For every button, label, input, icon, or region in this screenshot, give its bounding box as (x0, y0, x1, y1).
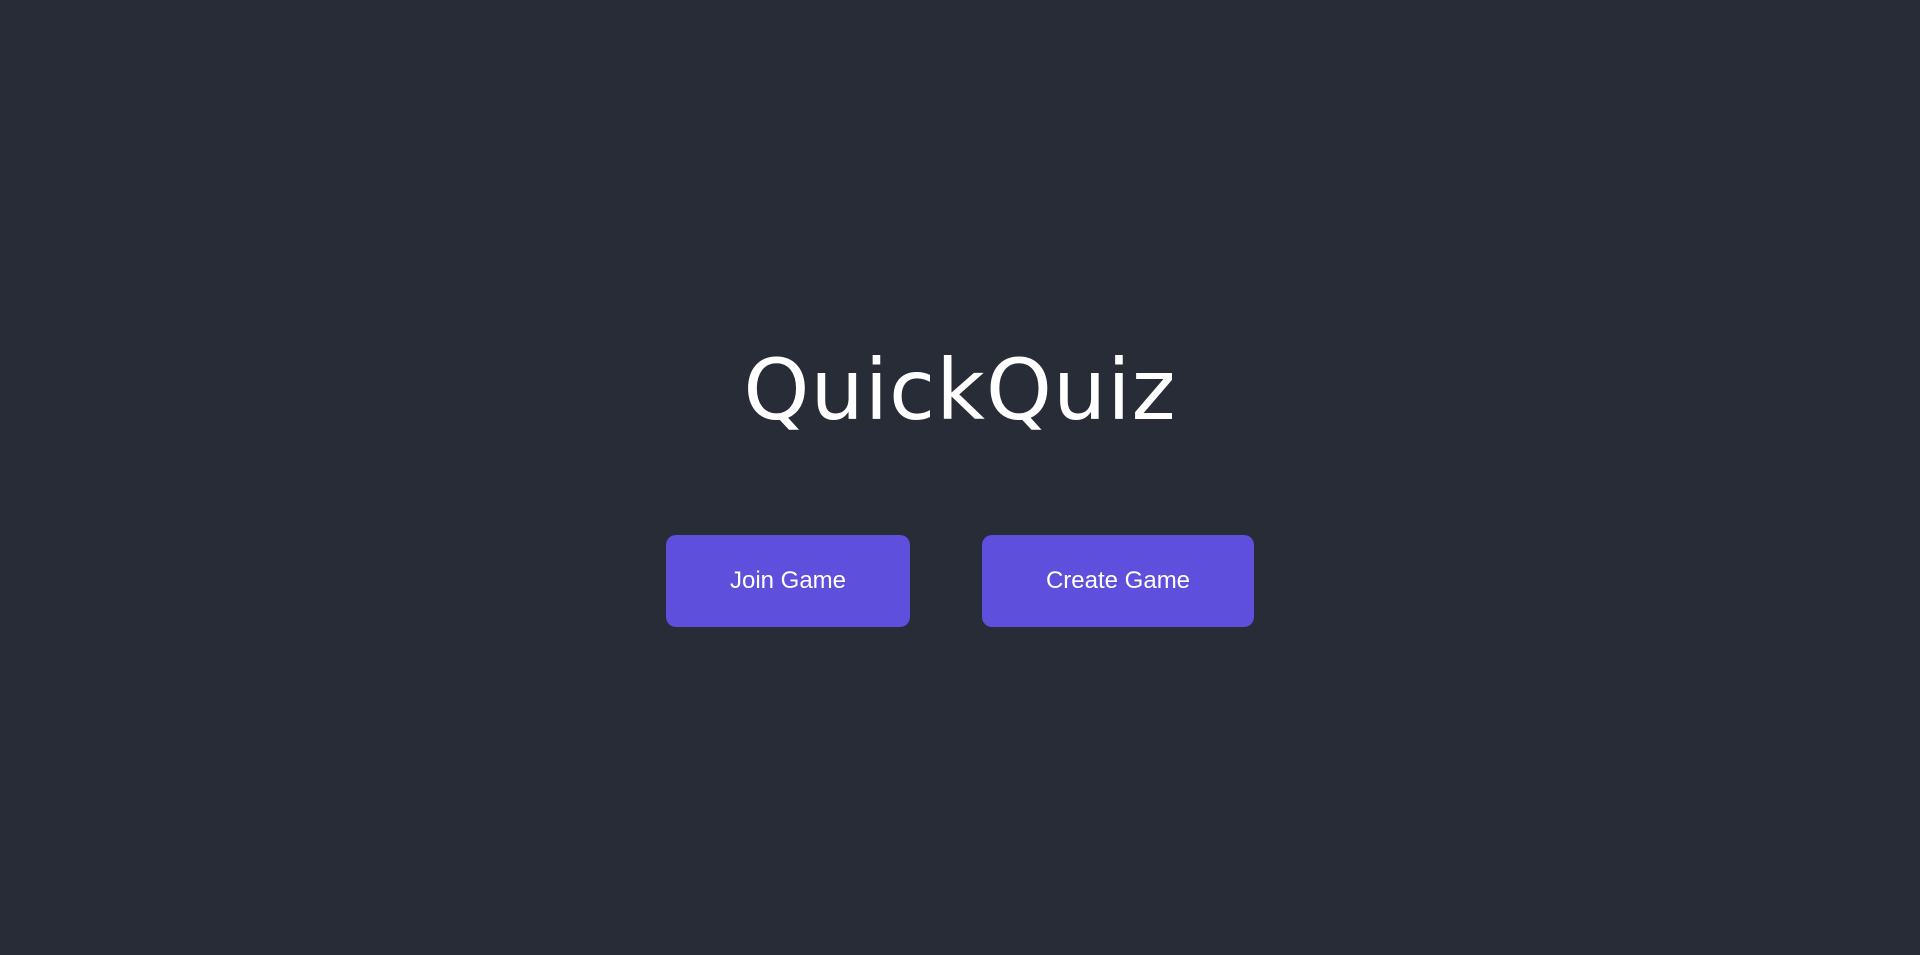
create-game-button[interactable]: Create Game (982, 535, 1254, 627)
join-game-button[interactable]: Join Game (666, 535, 910, 627)
home-screen: { "app": { "title": "QuickQuiz" }, "acti… (0, 0, 1920, 955)
app-title: QuickQuiz (743, 341, 1177, 439)
